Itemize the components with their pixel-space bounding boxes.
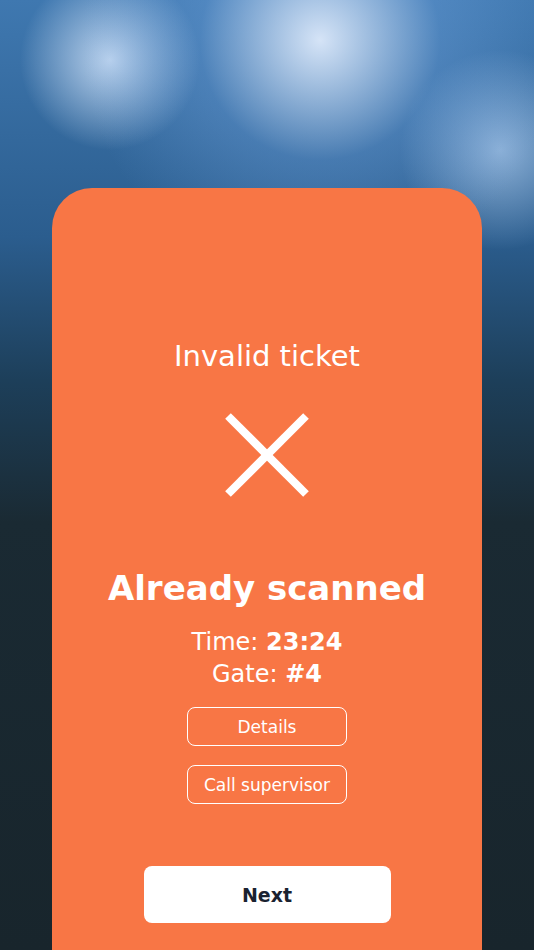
result-card: Invalid ticket Already scanned Time: 23:… — [52, 188, 482, 950]
info-row: Gate: #4 — [212, 658, 322, 690]
next-button[interactable]: Next — [144, 866, 391, 923]
result-message: Already scanned — [108, 566, 426, 610]
ticket-scan-screen: Invalid ticket Already scanned Time: 23:… — [0, 0, 534, 950]
cross-icon — [224, 412, 310, 498]
info-row: Time: 23:24 — [192, 626, 343, 658]
action-button[interactable]: Call supervisor — [187, 765, 347, 804]
info-label: Gate: — [212, 660, 278, 688]
info-label: Time: — [192, 628, 259, 656]
action-list: Details Call supervisor — [187, 707, 347, 804]
info-value: #4 — [285, 660, 322, 688]
action-button[interactable]: Details — [187, 707, 347, 746]
result-title: Invalid ticket — [174, 338, 360, 374]
info-value: 23:24 — [266, 628, 342, 656]
scan-info: Time: 23:24Gate: #4 — [192, 626, 343, 690]
